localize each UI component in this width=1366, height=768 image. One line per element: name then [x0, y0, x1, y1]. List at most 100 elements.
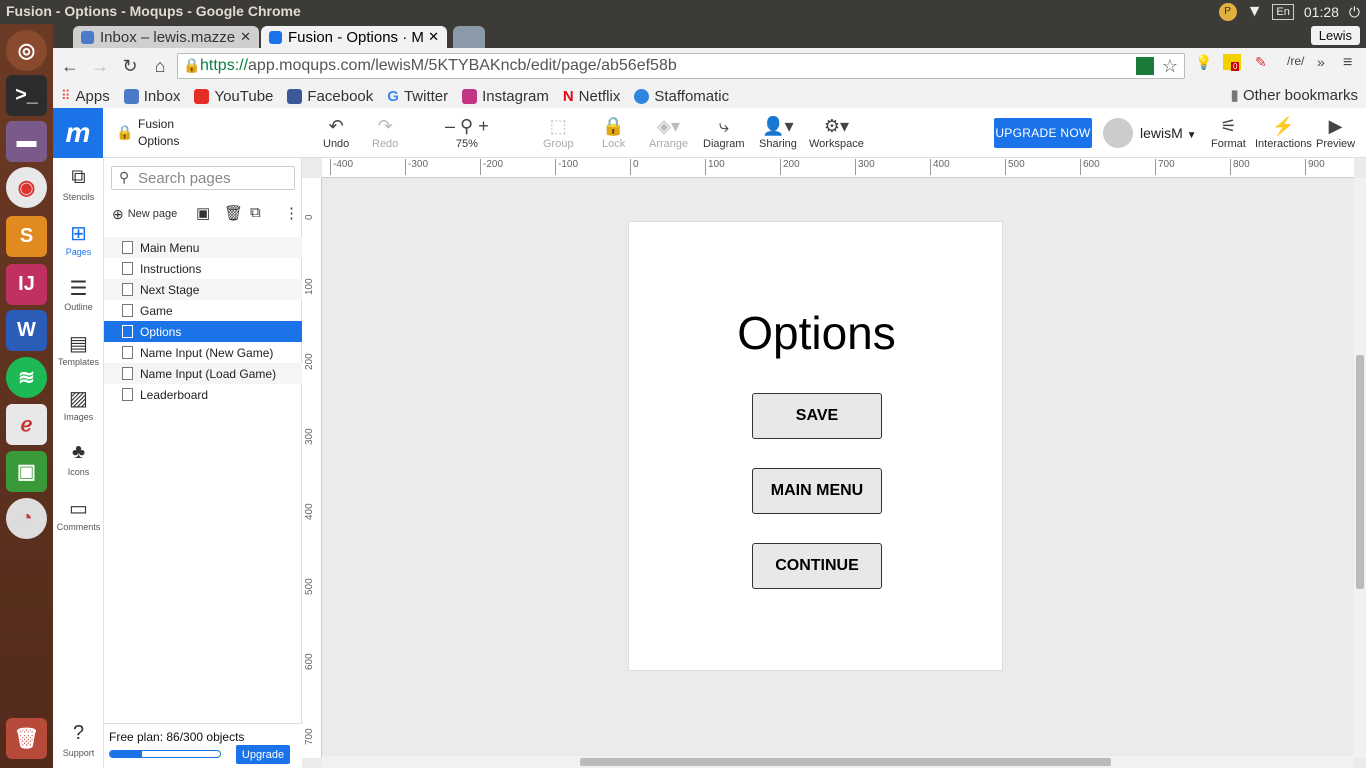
rail-templates[interactable]: ▤ Templates: [53, 331, 104, 367]
address-bar[interactable]: 🔒 https://app.moqups.com/lewisM/5KTYBAKn…: [177, 53, 1185, 79]
ruler-tick-label: 300: [855, 159, 875, 175]
writer-icon[interactable]: W: [6, 310, 47, 351]
chrome-icon[interactable]: ◉: [6, 167, 47, 208]
moqups-logo[interactable]: m: [53, 108, 103, 158]
add-folder-icon[interactable]: ▣: [196, 204, 210, 222]
redo-button[interactable]: ↷ Redo: [372, 116, 398, 150]
undo-button[interactable]: ↶ Undo: [323, 116, 349, 150]
pen-icon[interactable]: ✎: [1255, 54, 1267, 71]
zoom-out-button[interactable]: –: [445, 116, 455, 136]
interactions-button[interactable]: ⚡ Interactions: [1255, 116, 1312, 150]
avatar[interactable]: [1103, 118, 1133, 148]
upgrade-now-button[interactable]: UPGRADE NOW: [994, 118, 1092, 148]
page-item[interactable]: Leaderboard: [104, 384, 302, 405]
rail-images[interactable]: ▨ Images: [53, 386, 104, 422]
intellij-icon[interactable]: IJ: [6, 264, 47, 305]
page-item-selected[interactable]: Options: [104, 321, 302, 342]
more-extensions[interactable]: »: [1317, 54, 1325, 70]
bookmark-twitter[interactable]: G Twitter: [387, 88, 448, 105]
save-button[interactable]: SAVE: [752, 393, 882, 439]
group-button[interactable]: ⬚ Group: [543, 116, 574, 150]
bookmark-inbox[interactable]: Inbox: [123, 88, 180, 105]
bookmark-facebook[interactable]: Facebook: [287, 88, 373, 105]
rail-pages[interactable]: ⊞ Pages: [53, 221, 104, 257]
options-title[interactable]: Options: [629, 306, 1004, 360]
bookmark-apps[interactable]: ⠿ Apps: [61, 88, 110, 105]
page-item[interactable]: Game: [104, 300, 302, 321]
power-icon[interactable]: ⏻: [1349, 4, 1360, 21]
disk-usage-icon[interactable]: ◔: [6, 498, 47, 539]
keyboard-layout[interactable]: En: [1272, 4, 1294, 20]
rail-outline[interactable]: ☰ Outline: [53, 276, 104, 312]
search-pages-input[interactable]: ⚲ Search pages: [111, 166, 295, 190]
diagram-label: Diagram: [703, 138, 745, 150]
files-icon[interactable]: ▬: [6, 121, 47, 162]
preview-button[interactable]: ▶ Preview: [1316, 116, 1355, 150]
staffomatic-icon: [634, 88, 650, 104]
lightbulb-icon[interactable]: 💡: [1195, 54, 1212, 71]
rail-icons[interactable]: ♣ Icons: [53, 441, 104, 477]
forward-icon[interactable]: →: [85, 56, 115, 77]
terminal-icon[interactable]: >_: [6, 75, 47, 116]
trash-icon[interactable]: 🗑: [6, 718, 47, 759]
workspace-button[interactable]: ⚙▾ Workspace: [809, 116, 864, 150]
rail-stencils[interactable]: ⧉ Stencils: [53, 166, 104, 202]
extension-text[interactable]: /re/: [1287, 54, 1304, 68]
profile-button[interactable]: Lewis: [1310, 26, 1360, 45]
reload-icon[interactable]: ↻: [115, 56, 145, 77]
mockup-page[interactable]: Options SAVE MAIN MENU CONTINUE: [628, 221, 1003, 671]
close-tab-icon[interactable]: ✕: [240, 29, 251, 45]
page-item[interactable]: Name Input (Load Game): [104, 363, 302, 384]
bookmark-youtube[interactable]: YouTube: [194, 88, 273, 105]
editor-icon[interactable]: ℯ: [6, 404, 47, 445]
duplicate-icon[interactable]: ⧉: [250, 204, 261, 221]
continue-button[interactable]: CONTINUE: [752, 543, 882, 589]
scroll-thumb[interactable]: [1356, 355, 1364, 589]
sublime-icon[interactable]: S: [6, 216, 47, 257]
rail-comments[interactable]: ▭ Comments: [53, 496, 104, 532]
main-menu-button[interactable]: MAIN MENU: [752, 468, 882, 514]
star-icon[interactable]: ☆: [1162, 56, 1178, 77]
vertical-scrollbar[interactable]: [1354, 178, 1366, 758]
diagram-button[interactable]: ⤷ Diagram: [703, 116, 745, 150]
menu-icon[interactable]: ≡: [1343, 54, 1352, 72]
tab-inbox[interactable]: Inbox – lewis.mazze ✕: [73, 26, 259, 48]
clock[interactable]: 01:28: [1304, 4, 1339, 20]
sharing-button[interactable]: 👤▾ Sharing: [759, 116, 797, 150]
delete-icon[interactable]: 🗑: [224, 204, 243, 222]
spotify-icon[interactable]: ≋: [6, 357, 47, 398]
more-icon[interactable]: ⋮: [284, 204, 299, 222]
indicator-icon[interactable]: P: [1218, 3, 1237, 21]
format-button[interactable]: ⚟ Format: [1211, 116, 1246, 150]
page-item[interactable]: Next Stage: [104, 279, 302, 300]
tab-fusion-options[interactable]: Fusion - Options · M ✕: [261, 26, 447, 48]
ubuntu-icon[interactable]: ◎: [6, 30, 47, 71]
zoom-in-button[interactable]: +: [478, 116, 489, 136]
user-menu[interactable]: lewisM ▼: [1140, 125, 1197, 141]
zoom-control[interactable]: – ⚲ + 75%: [445, 116, 489, 150]
upgrade-button[interactable]: Upgrade: [236, 745, 290, 764]
new-tab-button[interactable]: [453, 26, 485, 48]
extension-icon[interactable]: [1136, 57, 1154, 75]
scroll-thumb[interactable]: [580, 758, 1111, 766]
sticky-notes-icon[interactable]: 0: [1223, 54, 1241, 71]
canvas-area[interactable]: -400 -300 -200 -100 0 100 200 300 400 500 600 700 80…: [302, 158, 1366, 768]
page-item[interactable]: Name Input (New Game): [104, 342, 302, 363]
bookmark-instagram[interactable]: Instagram: [462, 88, 549, 105]
page-item[interactable]: Main Menu: [104, 237, 302, 258]
new-page-button[interactable]: ⊕ New page: [112, 206, 177, 223]
image-viewer-icon[interactable]: ▣: [6, 451, 47, 492]
bookmark-staffomatic[interactable]: Staffomatic: [634, 88, 729, 105]
back-icon[interactable]: ←: [55, 56, 85, 77]
arrange-button[interactable]: ◈▾ Arrange: [649, 116, 688, 150]
wifi-icon[interactable]: ▼: [1247, 3, 1263, 21]
close-tab-icon[interactable]: ✕: [428, 29, 439, 45]
bookmark-netflix[interactable]: N Netflix: [563, 88, 621, 105]
home-icon[interactable]: ⌂: [145, 56, 175, 77]
page-item[interactable]: Instructions: [104, 258, 302, 279]
project-title[interactable]: 🔒 Fusion Options: [116, 116, 179, 150]
lock-button[interactable]: 🔒 Lock: [602, 116, 625, 150]
rail-support[interactable]: ? Support: [53, 722, 104, 758]
other-bookmarks[interactable]: ▮ Other bookmarks: [1231, 86, 1358, 104]
horizontal-scrollbar[interactable]: [322, 756, 1354, 768]
